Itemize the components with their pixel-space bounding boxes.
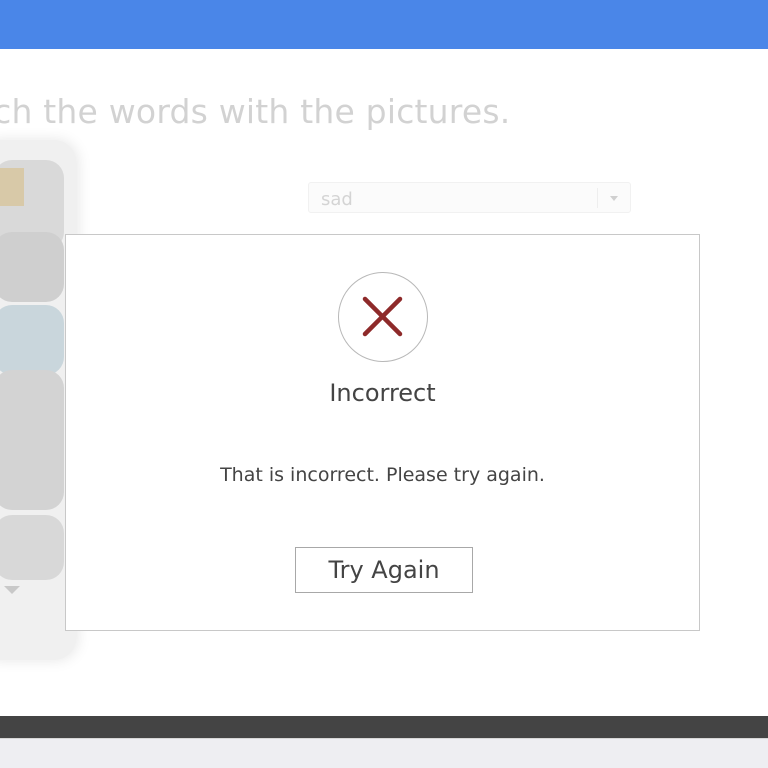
bottom-toolbar [0,716,768,738]
dialog-message: That is incorrect. Please try again. [220,464,545,486]
dialog-title: Incorrect [329,379,436,407]
chevron-down-icon[interactable] [610,196,618,201]
picture-thumbnail[interactable] [0,305,64,375]
chevron-down-icon[interactable] [4,586,20,594]
picture-thumbnail[interactable] [0,515,64,580]
word-select-value: sad [321,189,353,210]
top-bar [0,0,768,49]
instruction-text: tch the words with the pictures. [0,92,511,131]
x-mark-graphic [362,296,403,337]
picture-thumbnail[interactable] [0,232,64,302]
picture-thumbnail-detail [0,168,24,206]
select-divider [597,188,598,208]
x-icon [338,272,428,362]
feedback-dialog: Incorrect That is incorrect. Please try … [65,234,700,631]
try-again-button[interactable]: Try Again [295,547,473,593]
picture-thumbnail[interactable] [0,370,64,510]
bottom-strip [0,738,768,768]
word-select[interactable]: sad [308,182,631,213]
